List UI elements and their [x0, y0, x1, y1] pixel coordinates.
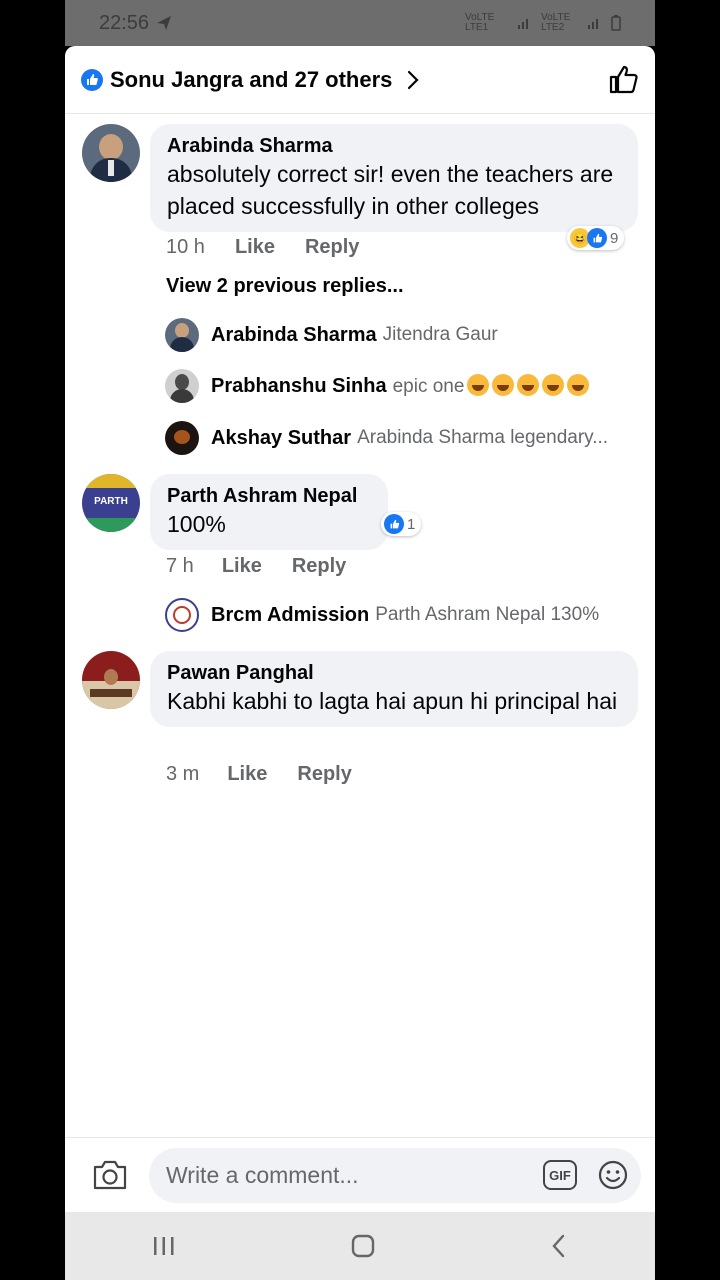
reactions-header[interactable]: Sonu Jangra and 27 others [65, 46, 655, 114]
clock: 22:56 [99, 11, 150, 34]
reactions-summary[interactable]: Sonu Jangra and 27 others [110, 67, 392, 93]
comment-author[interactable]: Arabinda Sharma [167, 134, 620, 158]
reply-text: epic one [393, 374, 590, 398]
comment-text: absolutely correct sir! even the teacher… [167, 161, 614, 219]
reply-button[interactable]: Reply [297, 763, 351, 786]
like-reaction-icon [587, 228, 607, 248]
comment-placeholder: Write a comment... [166, 1161, 359, 1188]
comment-actions: 10 h Like Reply [166, 236, 359, 259]
comment-time[interactable]: 10 h [166, 236, 205, 259]
sim1-indicator: VoLTE LTE1 [465, 12, 495, 33]
like-button[interactable]: Like [222, 555, 262, 578]
comment-input[interactable]: Write a comment... GIF [149, 1147, 641, 1203]
status-bar: 22:56 VoLTE LTE1 VoLTE LTE2 [65, 0, 655, 46]
reply-author[interactable]: Akshay Suthar [211, 427, 351, 450]
laughing-emoji [464, 374, 590, 397]
sim2-indicator: VoLTE LTE2 [541, 12, 571, 33]
reply-button[interactable]: Reply [305, 236, 359, 259]
reply-button[interactable]: Reply [292, 555, 346, 578]
reply-text: Arabinda Sharma legendary... [357, 427, 609, 448]
comments-sheet: Sonu Jangra and 27 others Arabinda Sharm… [65, 46, 655, 1212]
reply-preview[interactable]: Arabinda Sharma Jitendra Gaur [165, 318, 498, 352]
comment-text: 100% [167, 511, 226, 537]
like-reaction-icon [81, 68, 103, 91]
comment-author[interactable]: Pawan Panghal [167, 661, 620, 685]
reaction-count: 9 [610, 229, 619, 247]
camera-icon[interactable] [91, 1158, 129, 1192]
reaction-count: 1 [407, 515, 416, 533]
reaction-summary[interactable]: 1 [381, 512, 422, 536]
signal-icon [588, 19, 598, 29]
avatar [165, 421, 199, 455]
reply-author[interactable]: Arabinda Sharma [211, 324, 377, 347]
avatar[interactable] [82, 651, 140, 709]
reply-preview[interactable]: Akshay Suthar Arabinda Sharma legendary.… [165, 421, 608, 455]
gif-button[interactable]: GIF [543, 1160, 577, 1190]
comment: Arabinda Sharma absolutely correct sir! … [82, 124, 638, 232]
comment-bubble[interactable]: Arabinda Sharma absolutely correct sir! … [150, 124, 638, 232]
reply-preview[interactable]: Brcm Admission Parth Ashram Nepal 130% [165, 598, 599, 632]
recent-apps-icon[interactable] [151, 1234, 177, 1258]
back-icon[interactable] [549, 1233, 569, 1259]
home-icon[interactable] [350, 1233, 376, 1259]
comment-composer: Write a comment... GIF [65, 1137, 655, 1212]
avatar[interactable]: PARTH [82, 474, 140, 532]
send-icon [157, 16, 172, 30]
avatar [165, 598, 199, 632]
reaction-summary[interactable]: 😆 9 [567, 226, 625, 250]
avatar[interactable] [82, 124, 140, 182]
signal-icon [518, 19, 528, 29]
like-reaction-icon [384, 514, 404, 534]
avatar [165, 318, 199, 352]
avatar-logo-text: PARTH [94, 496, 128, 507]
comment-actions: 3 m Like Reply [166, 763, 352, 786]
emoji-icon[interactable] [597, 1159, 629, 1191]
like-button[interactable]: Like [227, 763, 267, 786]
chevron-right-icon[interactable] [406, 68, 420, 92]
reply-text: Jitendra Gaur [382, 324, 498, 345]
comment: PARTH Parth Ashram Nepal 100% [82, 474, 388, 550]
comment-text: Kabhi kabhi to lagta hai apun hi princip… [167, 688, 618, 714]
like-button-icon[interactable] [607, 63, 641, 97]
comment-bubble[interactable]: Pawan Panghal Kabhi kabhi to lagta hai a… [150, 651, 638, 727]
reply-preview[interactable]: Prabhanshu Sinha epic one [165, 369, 590, 403]
view-previous-replies[interactable]: View 2 previous replies... [166, 275, 404, 298]
comment: Pawan Panghal Kabhi kabhi to lagta hai a… [82, 651, 638, 727]
avatar [165, 369, 199, 403]
reply-author[interactable]: Prabhanshu Sinha [211, 375, 387, 398]
battery-icon [611, 15, 621, 31]
reply-text: Parth Ashram Nepal 130% [375, 604, 600, 625]
system-nav-bar [65, 1212, 655, 1280]
like-button[interactable]: Like [235, 236, 275, 259]
reply-author[interactable]: Brcm Admission [211, 604, 369, 627]
comment-time[interactable]: 3 m [166, 763, 199, 786]
comment-time[interactable]: 7 h [166, 555, 194, 578]
comment-actions: 7 h Like Reply [166, 555, 346, 578]
comment-author[interactable]: Parth Ashram Nepal [167, 484, 370, 508]
comment-bubble[interactable]: Parth Ashram Nepal 100% [150, 474, 388, 550]
